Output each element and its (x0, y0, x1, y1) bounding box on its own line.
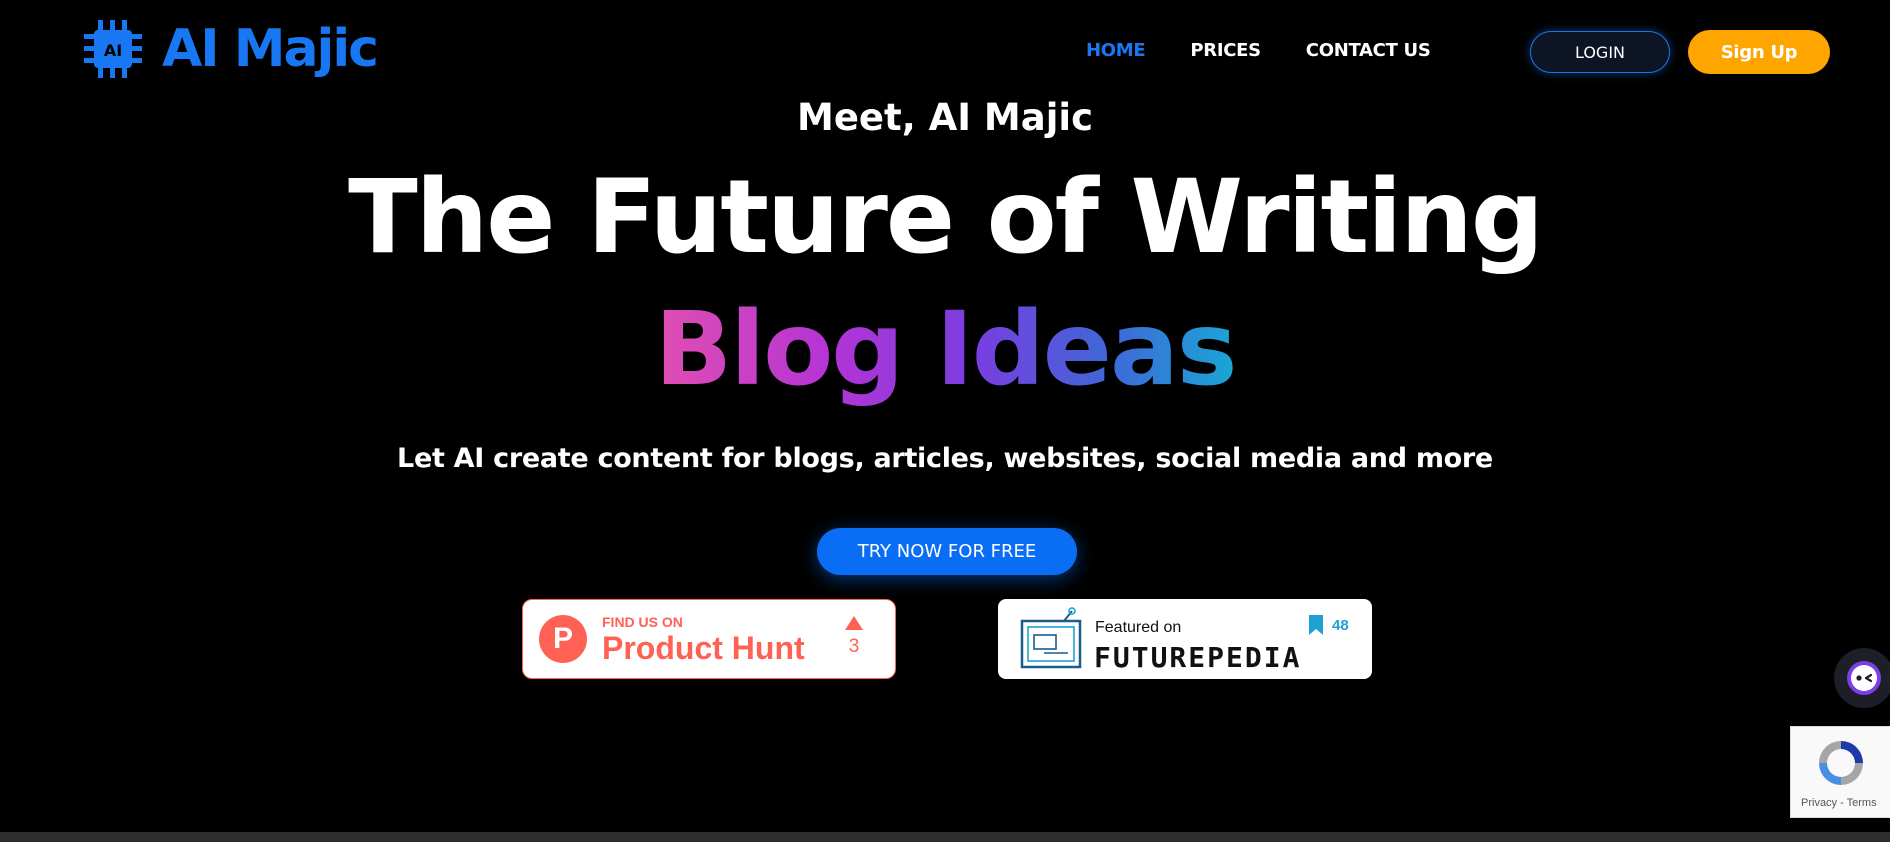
recaptcha-badge[interactable]: Privacy - Terms (1790, 726, 1890, 818)
recaptcha-privacy-link[interactable]: Privacy (1801, 797, 1837, 809)
nav-home-link[interactable]: HOME (1086, 40, 1146, 61)
futurepedia-tv-icon (1020, 607, 1082, 669)
chat-widget-button[interactable] (1834, 648, 1890, 708)
bottom-scroll-strip (0, 832, 1890, 842)
upvote-arrow-icon (845, 616, 863, 630)
try-now-button[interactable]: TRY NOW FOR FREE (817, 528, 1077, 575)
recaptcha-terms-link[interactable]: Terms (1847, 797, 1877, 809)
logo-text: AI Majic (162, 19, 379, 79)
product-hunt-title: Product Hunt (602, 630, 805, 666)
chip-label: AI (104, 41, 122, 60)
chip-logo-icon: AI (82, 18, 144, 80)
product-hunt-vote-count: 3 (848, 636, 860, 657)
bookmark-icon (1309, 615, 1323, 635)
futurepedia-small-text: Featured on (1095, 619, 1182, 636)
recaptcha-links: Privacy - Terms (1801, 797, 1877, 809)
login-button[interactable]: LOGIN (1530, 31, 1670, 73)
hero-rotating-word-container: Blog Ideas (0, 293, 1890, 406)
logo[interactable]: AI AI Majic (82, 18, 379, 80)
recaptcha-icon (1819, 741, 1863, 785)
recaptcha-separator: - (1837, 797, 1847, 809)
product-hunt-text: FIND US ON Product Hunt (602, 614, 805, 664)
hero-kicker: Meet, AI Majic (797, 96, 1093, 139)
hero-subhead: Let AI create content for blogs, article… (397, 443, 1493, 474)
main-nav: HOME PRICES CONTACT US (1086, 40, 1431, 61)
signup-button[interactable]: Sign Up (1688, 30, 1830, 74)
product-hunt-small-text: FIND US ON (602, 614, 683, 630)
product-hunt-icon: P (539, 615, 587, 663)
chat-bot-icon (1847, 661, 1881, 695)
hero-headline: The Future of Writing (348, 158, 1544, 277)
futurepedia-saves: 48 (1332, 616, 1349, 634)
futurepedia-badge[interactable]: Featured on FUTUREPEDIA 48 (998, 599, 1372, 679)
product-hunt-votes: 3 (845, 616, 863, 658)
nav-contact-link[interactable]: CONTACT US (1306, 40, 1431, 61)
hero-rotating-word: Blog Ideas (654, 290, 1238, 409)
futurepedia-save-count: 48 (1308, 614, 1349, 636)
nav-prices-link[interactable]: PRICES (1190, 40, 1261, 61)
product-hunt-badge[interactable]: P FIND US ON Product Hunt 3 (522, 599, 896, 679)
futurepedia-title: FUTUREPEDIA (1094, 641, 1302, 674)
